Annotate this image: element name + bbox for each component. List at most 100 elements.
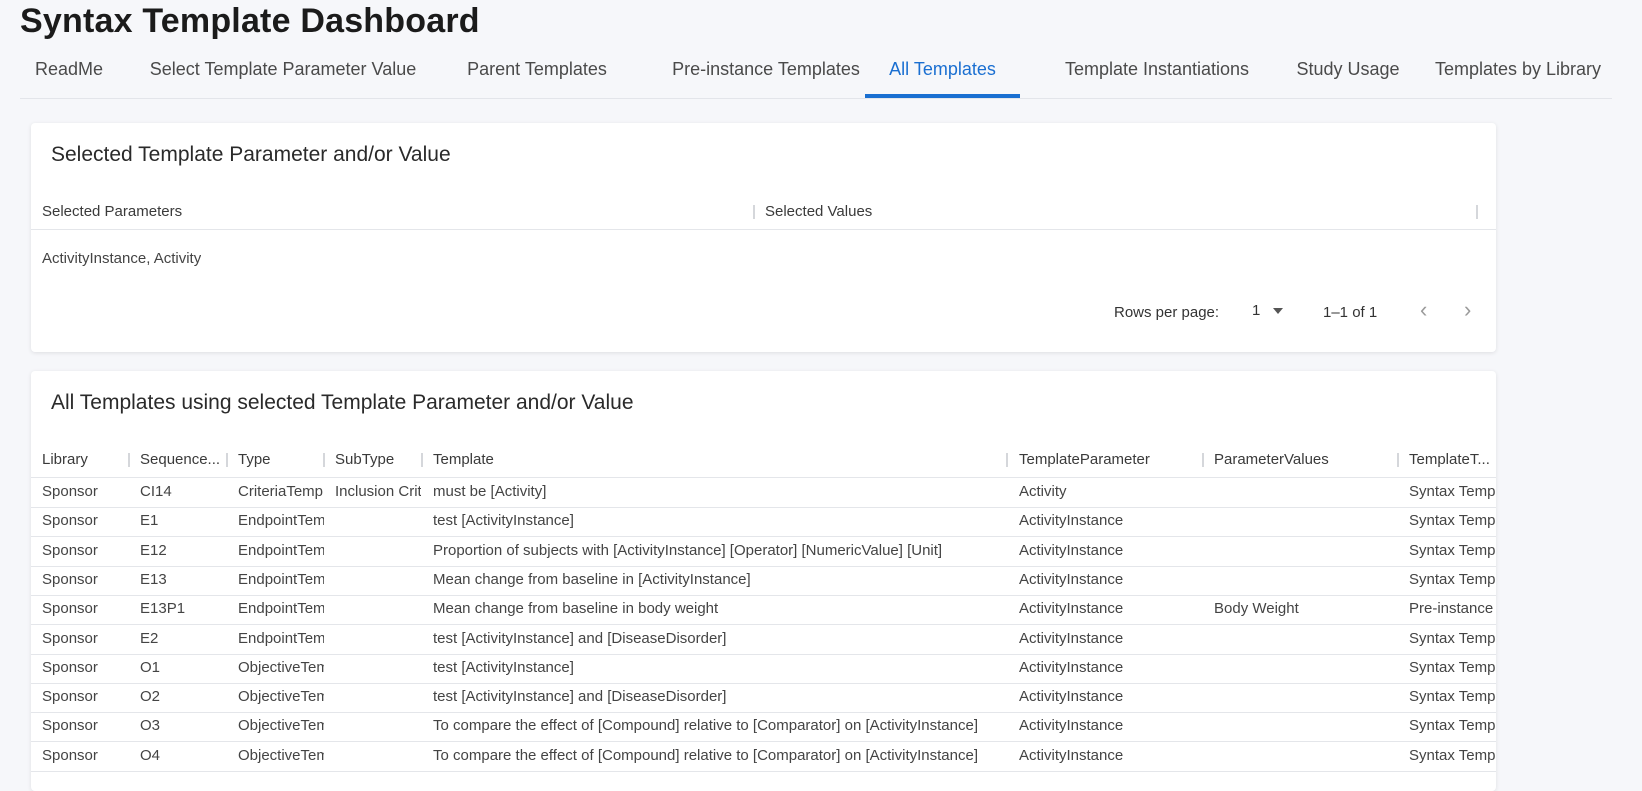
cell-library: Sponsor (42, 600, 98, 618)
cell-template-parameter: ActivityInstance (1019, 688, 1124, 706)
cell-library: Sponsor (42, 746, 98, 764)
cell-type: EndpointTemplate (238, 570, 324, 588)
column-separator[interactable] (128, 453, 130, 467)
column-header-template-parameter[interactable]: TemplateParameter (1019, 451, 1150, 468)
header-divider (31, 229, 1496, 230)
cell-type: ObjectiveTemplate (238, 658, 324, 676)
column-header-type[interactable]: Type (238, 451, 271, 468)
cell-type: EndpointTemplate (238, 600, 324, 618)
cell-library: Sponsor (42, 483, 98, 500)
cell-template-parameter: ActivityInstance (1019, 570, 1124, 588)
column-header-subtype[interactable]: SubType (335, 451, 394, 468)
column-separator[interactable] (421, 453, 423, 467)
cell-template-type: Syntax Template (1409, 629, 1496, 647)
card-title: Selected Template Parameter and/or Value (51, 143, 451, 166)
table-row[interactable]: Sponsor E1 EndpointTemplate test [ActivityI… (31, 507, 1496, 538)
cell-sequence: O3 (140, 717, 161, 735)
table-row[interactable]: Sponsor O4 ObjectiveTemplate To compare the… (31, 742, 1496, 772)
tab-pre-instance-templates[interactable]: Pre-instance Templates (646, 52, 886, 98)
cell-template-parameter: ActivityInstance (1019, 717, 1124, 735)
cell-library: Sponsor (42, 658, 98, 676)
tab-bar: ReadMe Select Template Parameter Value P… (20, 52, 1612, 99)
cell-template: Mean change from baseline in body weight (433, 600, 719, 618)
tab-template-instantiations[interactable]: Template Instantiations (1038, 52, 1276, 98)
table-row[interactable]: Sponsor E2 EndpointTemplate test [ActivityI… (31, 625, 1496, 655)
table-row[interactable]: Sponsor O3 ObjectiveTemplate To compare the… (31, 712, 1496, 743)
card-title: All Templates using selected Template Pa… (51, 391, 634, 414)
cell-template-parameter: Activity (1019, 483, 1067, 500)
pagination-range: 1–1 of 1 (1323, 304, 1378, 321)
tab-select-template-parameter-value[interactable]: Select Template Parameter Value (138, 52, 428, 98)
cell-template: test [ActivityInstance] (433, 658, 574, 676)
cell-template: test [ActivityInstance] and [DiseaseDiso… (433, 688, 727, 706)
table-row[interactable]: Sponsor O2 ObjectiveTemplate test [Activity… (31, 683, 1496, 714)
cell-library: Sponsor (42, 512, 98, 530)
cell-type: ObjectiveTemplate (238, 746, 324, 764)
cell-template-parameter: ActivityInstance (1019, 629, 1124, 647)
rows-per-page-label: Rows per page: (1114, 304, 1220, 321)
cell-template-type: Syntax Template (1409, 688, 1496, 706)
cell-template-type: Syntax Template (1409, 717, 1496, 735)
next-page-icon[interactable]: › (1464, 297, 1471, 323)
column-header-template-type[interactable]: TemplateT... (1409, 451, 1490, 468)
column-separator[interactable] (1006, 453, 1008, 467)
tab-templates-by-library[interactable]: Templates by Library (1420, 52, 1616, 98)
table-row[interactable]: Sponsor E13 EndpointTemplate Mean change fr… (31, 566, 1496, 596)
cell-parameter-values: Body Weight (1214, 600, 1299, 618)
cell-template-type: Syntax Template (1409, 746, 1496, 764)
cell-template-type: Syntax Template (1409, 658, 1496, 676)
table-row[interactable]: Sponsor E13P1 EndpointTemplate Mean change … (31, 595, 1496, 626)
column-header-sequence[interactable]: Sequence... (140, 451, 220, 468)
column-header-library[interactable]: Library (42, 451, 88, 468)
dropdown-arrow-icon (1272, 308, 1283, 315)
selected-parameters-value: ActivityInstance, Activity (42, 250, 202, 267)
column-separator[interactable] (1476, 205, 1478, 219)
column-header-selected-parameters[interactable]: Selected Parameters (42, 203, 182, 220)
cell-sequence: O4 (140, 746, 161, 764)
cell-library: Sponsor (42, 541, 98, 559)
table-row[interactable]: Sponsor E12 EndpointTemplate Proportion of … (31, 537, 1496, 567)
cell-template-type: Syntax Template (1409, 541, 1496, 559)
cell-template: must be [Activity] (433, 483, 547, 500)
cell-template: Proportion of subjects with [ActivityIns… (433, 541, 943, 559)
tab-study-usage[interactable]: Study Usage (1274, 52, 1422, 98)
cell-template-parameter: ActivityInstance (1019, 600, 1124, 618)
cell-template-type: Syntax Template (1409, 483, 1496, 500)
table-row[interactable]: Sponsor CI14 CriteriaTemplate Inclusion Cri… (31, 478, 1496, 508)
cell-template-parameter: ActivityInstance (1019, 658, 1124, 676)
cell-template-type: Syntax Template (1409, 512, 1496, 530)
column-separator[interactable] (226, 453, 228, 467)
column-header-parameter-values[interactable]: ParameterValues (1214, 451, 1329, 468)
cell-template: test [ActivityInstance] and [DiseaseDiso… (433, 629, 727, 647)
column-header-selected-values[interactable]: Selected Values (765, 203, 872, 220)
table-row[interactable]: Sponsor O1 ObjectiveTemplate test [Activity… (31, 654, 1496, 684)
column-header-template[interactable]: Template (433, 451, 494, 468)
column-separator[interactable] (1397, 453, 1399, 467)
cell-type: EndpointTemplate (238, 512, 324, 530)
tab-parent-templates[interactable]: Parent Templates (446, 52, 628, 98)
cell-sequence: E12 (140, 541, 167, 559)
cell-type: CriteriaTemplate (238, 483, 324, 500)
cell-type: EndpointTemplate (238, 629, 324, 647)
cell-subtype: Inclusion Criteria (335, 483, 421, 500)
tab-readme[interactable]: ReadMe (20, 52, 118, 98)
cell-template-parameter: ActivityInstance (1019, 512, 1124, 530)
cell-template-parameter: ActivityInstance (1019, 541, 1124, 559)
tab-all-templates[interactable]: All Templates (865, 52, 1020, 98)
cell-template-type: Syntax Template (1409, 570, 1496, 588)
column-separator[interactable] (323, 453, 325, 467)
rows-per-page-value: 1 (1252, 302, 1261, 319)
column-separator[interactable] (753, 205, 755, 219)
all-templates-card: All Templates using selected Template Pa… (31, 371, 1496, 791)
cell-library: Sponsor (42, 688, 98, 706)
cell-library: Sponsor (42, 570, 98, 588)
rows-per-page-select[interactable]: 1 (1252, 302, 1283, 319)
cell-sequence: E13 (140, 570, 167, 588)
cell-template: To compare the effect of [Compound] rela… (433, 717, 978, 735)
page-title: Syntax Template Dashboard (20, 2, 480, 40)
column-separator[interactable] (1202, 453, 1204, 467)
cell-sequence: O2 (140, 688, 161, 706)
previous-page-icon[interactable]: ‹ (1420, 297, 1427, 323)
cell-sequence: E13P1 (140, 600, 186, 618)
cell-type: EndpointTemplate (238, 541, 324, 559)
